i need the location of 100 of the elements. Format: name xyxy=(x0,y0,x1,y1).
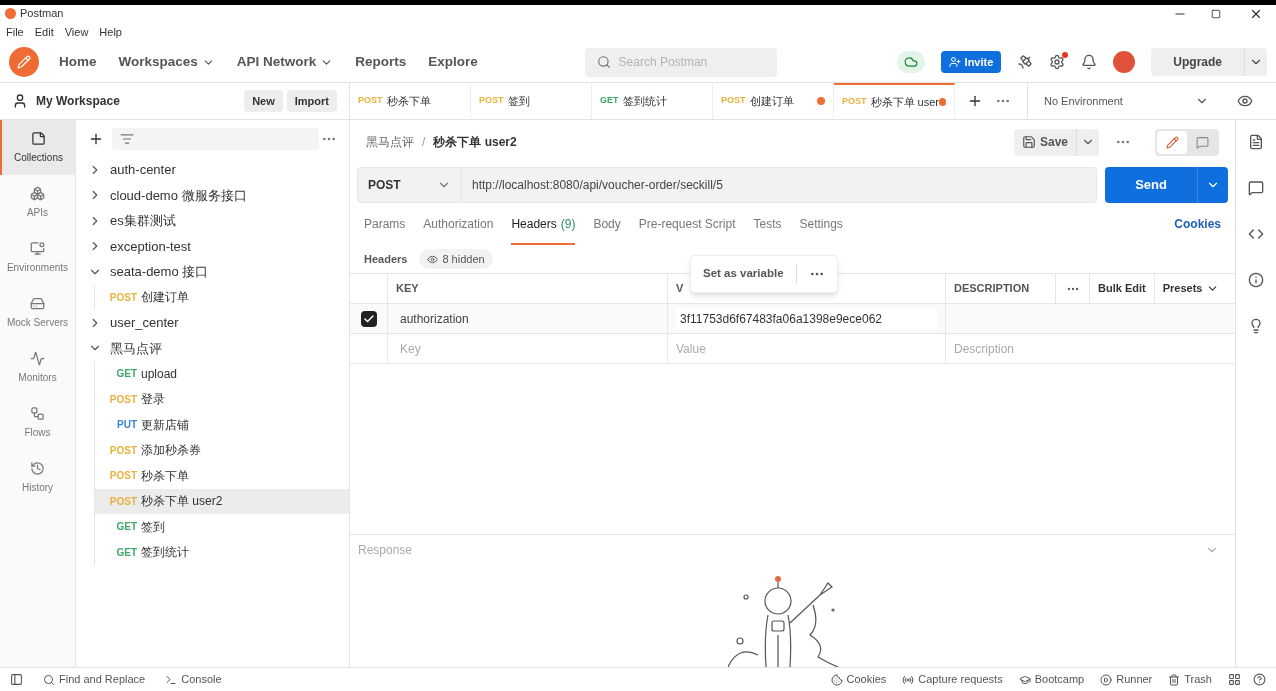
collection-item[interactable]: seata-demo 接口 xyxy=(76,259,349,285)
checkbox[interactable] xyxy=(360,310,377,327)
collection-name: 黑马点评 xyxy=(110,339,162,358)
request-tab[interactable]: POST 签到 xyxy=(471,83,592,119)
request-section-tab[interactable]: Headers (9) xyxy=(511,215,576,245)
request-tab[interactable]: POST 秒杀下单 user xyxy=(834,83,955,119)
request-item[interactable]: GET 签到统计 xyxy=(94,539,349,565)
restore-icon[interactable] xyxy=(1211,8,1221,19)
request-item[interactable]: GET upload xyxy=(94,361,349,387)
avatar[interactable] xyxy=(1113,51,1136,73)
nav-item[interactable]: API Network xyxy=(236,51,334,73)
monitor-icon xyxy=(30,240,45,256)
request-item[interactable]: GET 签到 xyxy=(94,514,349,540)
hidden-headers-toggle[interactable]: 8 hidden xyxy=(419,249,493,269)
sync-status-icon[interactable] xyxy=(896,51,925,73)
sidebar-tab[interactable]: History xyxy=(0,450,75,505)
status-bar-item[interactable]: Capture requests xyxy=(902,671,1003,688)
cookies-link[interactable]: Cookies xyxy=(1174,215,1221,245)
request-tab[interactable]: POST 创建订单 xyxy=(713,83,834,119)
table-cell[interactable]: authorization xyxy=(388,304,668,333)
request-tab[interactable]: POST 秒杀下单 xyxy=(350,83,471,119)
set-as-variable-option[interactable]: Set as variable xyxy=(691,265,796,283)
filter-field[interactable] xyxy=(112,127,319,150)
request-item[interactable]: POST 秒杀下单 xyxy=(94,463,349,489)
terminal-icon xyxy=(165,673,178,686)
status-bar-item[interactable]: Trash xyxy=(1168,671,1212,688)
request-item[interactable]: PUT 更新店铺 xyxy=(94,412,349,438)
sidebar-toggle-icon[interactable] xyxy=(10,673,23,686)
workspace-button[interactable]: Import xyxy=(286,90,337,112)
comment-icon xyxy=(1195,135,1209,149)
request-item[interactable]: POST 登录 xyxy=(94,386,349,412)
collection-name: auth-center xyxy=(110,161,176,179)
collection-item[interactable]: user_center xyxy=(76,310,349,336)
method-select[interactable]: POST xyxy=(357,167,462,203)
request-section-tab[interactable]: Tests xyxy=(753,215,782,245)
new-tab-icon[interactable] xyxy=(967,93,983,109)
menu-item[interactable]: View xyxy=(64,23,89,41)
collection-name: cloud-demo 微服务接口 xyxy=(110,186,247,205)
menu-item[interactable]: Help xyxy=(99,23,122,41)
notifications-icon[interactable] xyxy=(1081,54,1098,70)
request-section-tab[interactable]: Params xyxy=(364,215,406,245)
breadcrumb-item[interactable]: 黑马点评 xyxy=(366,133,414,151)
comment-icon[interactable] xyxy=(1248,180,1264,196)
request-item[interactable]: POST 创建订单 xyxy=(94,284,349,310)
url-field[interactable]: http://localhost:8080/api/voucher-order/seckill/5 xyxy=(462,167,1098,203)
code-icon[interactable] xyxy=(1248,226,1264,242)
status-bar-item[interactable]: Cookies xyxy=(830,671,887,688)
app-logo-icon xyxy=(5,8,16,19)
menu-item[interactable]: Edit xyxy=(34,23,54,41)
method-label: POST xyxy=(109,443,137,458)
column-header: DESCRIPTION xyxy=(946,274,1056,303)
status-bar-item[interactable]: Find and Replace xyxy=(43,671,146,688)
collection-item[interactable]: es集群测试 xyxy=(76,208,349,234)
lightbulb-icon[interactable] xyxy=(1248,318,1264,334)
collection-item[interactable]: 黑马点评 xyxy=(76,335,349,361)
workspace-button[interactable]: New xyxy=(244,90,283,112)
sidebar-tab[interactable]: Flows xyxy=(0,395,75,450)
layout-icon[interactable] xyxy=(1228,673,1241,686)
status-bar-item[interactable]: Console xyxy=(165,671,222,688)
collection-item[interactable]: auth-center xyxy=(76,157,349,183)
sidebar-tab[interactable]: APIs xyxy=(0,175,75,230)
tab-title: 签到 xyxy=(507,93,531,109)
settings-icon[interactable] xyxy=(1049,54,1066,70)
presets-button[interactable]: Presets xyxy=(1154,274,1228,303)
invite-button[interactable]: Invite xyxy=(940,51,1002,73)
document-icon[interactable] xyxy=(1248,134,1264,150)
request-section-tab[interactable]: Authorization xyxy=(423,215,494,245)
request-item[interactable]: POST 秒杀下单 user2 xyxy=(94,488,349,514)
sidebar-tab[interactable]: Collections xyxy=(0,120,75,175)
request-section-tab[interactable]: Pre-request Script xyxy=(638,215,736,245)
collection-item[interactable]: exception-test xyxy=(76,233,349,259)
nav-item[interactable]: Home xyxy=(59,51,97,73)
status-bar-item[interactable]: Bootcamp xyxy=(1018,671,1085,688)
menu-item[interactable]: File xyxy=(6,23,24,41)
request-tab[interactable]: GET 签到统计 xyxy=(592,83,713,119)
search-field[interactable]: Search Postman xyxy=(618,53,759,71)
sidebar-tab[interactable]: Monitors xyxy=(0,340,75,395)
satellite-icon[interactable] xyxy=(1017,54,1034,70)
request-item[interactable]: POST 添加秒杀券 xyxy=(94,437,349,463)
collection-item[interactable]: cloud-demo 微服务接口 xyxy=(76,182,349,208)
info-icon[interactable] xyxy=(1248,272,1264,288)
view-mode-button[interactable] xyxy=(1157,130,1187,154)
help-icon[interactable] xyxy=(1253,673,1266,686)
request-section-tab[interactable]: Body xyxy=(593,215,621,245)
app-logo-icon[interactable] xyxy=(9,47,39,77)
nav-item[interactable]: Reports xyxy=(355,51,407,73)
value-field[interactable]: 3f11753d6f67483fa06a1398e9ece062 xyxy=(676,307,937,330)
bulk-edit-button[interactable]: Bulk Edit xyxy=(1090,274,1155,303)
add-user-icon xyxy=(948,56,961,68)
server-icon xyxy=(30,295,45,311)
status-bar-item[interactable]: Runner xyxy=(1100,671,1153,688)
eye-icon[interactable] xyxy=(1237,93,1253,109)
search-bar[interactable]: Search Postman xyxy=(584,47,777,77)
method-label: PUT xyxy=(117,418,137,433)
nav-item[interactable]: Workspaces xyxy=(118,51,215,73)
nav-item[interactable]: Explore xyxy=(428,51,478,73)
request-section-tab[interactable]: Settings xyxy=(799,215,843,245)
sidebar-tab[interactable]: Mock Servers xyxy=(0,285,75,340)
environment-select[interactable]: No Environment xyxy=(1027,83,1225,119)
sidebar-tab[interactable]: Environments xyxy=(0,230,75,285)
